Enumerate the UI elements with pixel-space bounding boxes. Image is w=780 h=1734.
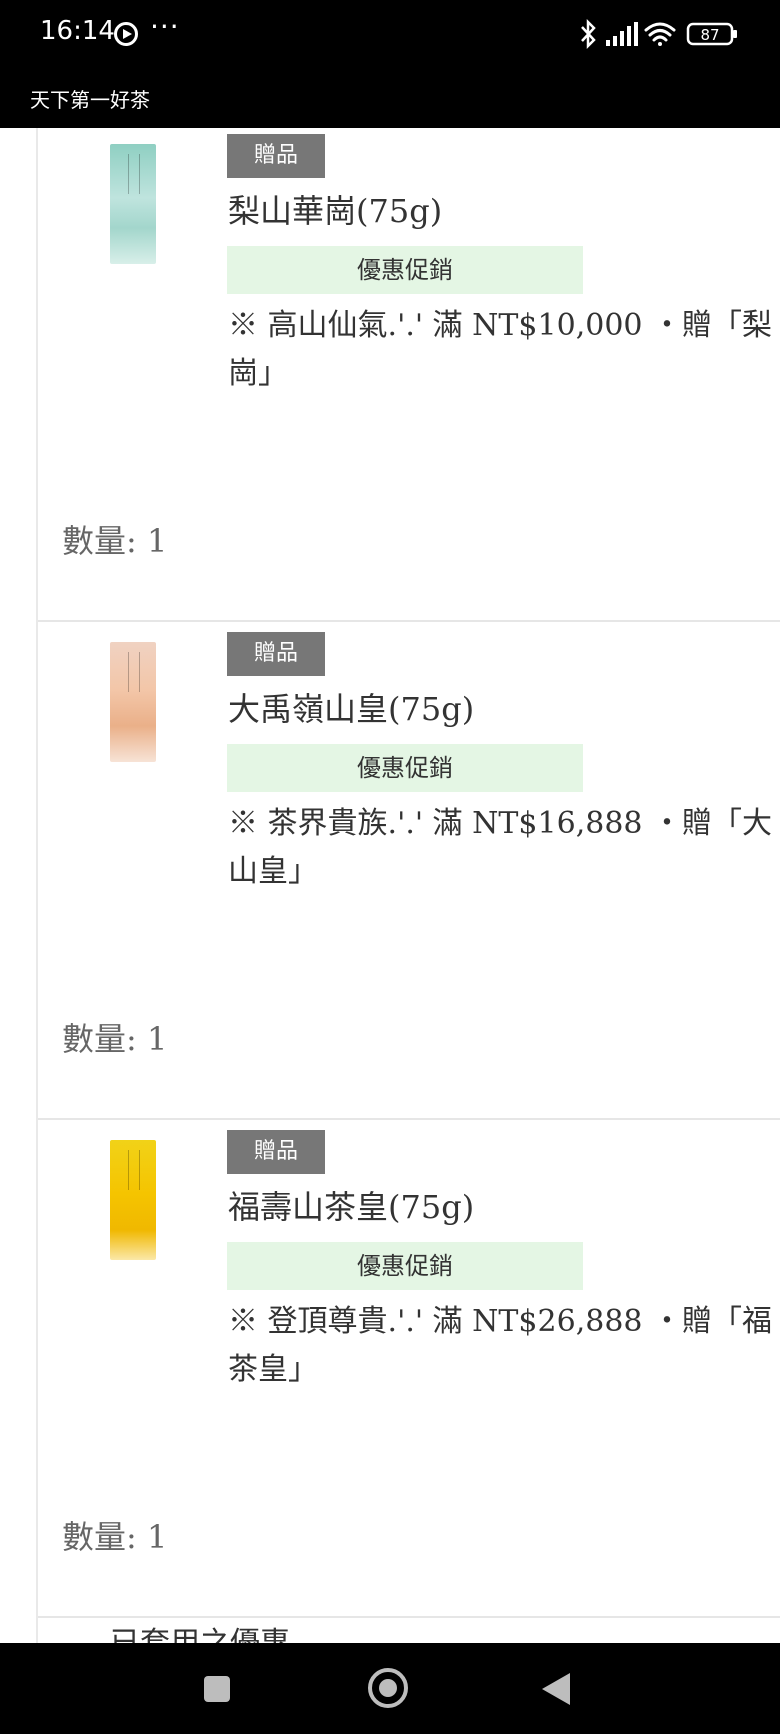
product-image[interactable] (110, 642, 156, 762)
promo-description: ※ 高山仙氣.'.' 滿 NT$10,000 ・贈「梨 崗」 (228, 302, 780, 398)
cart-content[interactable]: 贈品 梨山華崗(75g) 優惠促銷 ※ 高山仙氣.'.' 滿 NT$10,000… (0, 128, 780, 1643)
gift-badge: 贈品 (227, 1130, 325, 1174)
battery-icon: 87 (686, 22, 737, 46)
quantity-label: 數量: 1 (62, 1518, 168, 1556)
cart-item: 贈品 大禹嶺山皇(75g) 優惠促銷 ※ 茶界貴族.'.' 滿 NT$16,88… (38, 622, 780, 1120)
product-image[interactable] (110, 144, 156, 264)
product-name[interactable]: 福壽山茶皇(75g) (228, 1182, 474, 1228)
recent-apps-button[interactable] (204, 1676, 230, 1702)
back-button[interactable] (542, 1673, 570, 1705)
cart-item: 贈品 福壽山茶皇(75g) 優惠促銷 ※ 登頂尊貴.'.' 滿 NT$26,88… (38, 1120, 780, 1618)
applied-discounts-heading: 已套用之優惠 (110, 1618, 290, 1643)
product-image[interactable] (110, 1140, 156, 1260)
status-bar: 16:14 ··· 87 (0, 0, 780, 70)
status-icons: 87 (578, 18, 740, 50)
promo-description-line: ※ 登頂尊貴.'.' 滿 NT$26,888 ・贈「福 (228, 1304, 773, 1339)
media-icon (114, 22, 138, 46)
promo-description-line: 茶皇」 (228, 1352, 318, 1387)
system-nav-bar (0, 1643, 780, 1734)
quantity-label: 數量: 1 (62, 1020, 168, 1058)
signal-icon (606, 22, 638, 46)
bluetooth-icon (581, 18, 596, 50)
status-time: 16:14 (40, 16, 115, 46)
promo-description: ※ 茶界貴族.'.' 滿 NT$16,888 ・贈「大 山皇」 (228, 800, 780, 896)
app-title: 天下第一好茶 (30, 88, 150, 112)
app-title-bar: 天下第一好茶 (0, 70, 780, 128)
promo-label: 優惠促銷 (227, 744, 583, 792)
gift-badge: 贈品 (227, 632, 325, 676)
promo-description-line: ※ 茶界貴族.'.' 滿 NT$16,888 ・贈「大 (228, 806, 773, 841)
promo-label: 優惠促銷 (227, 1242, 583, 1290)
product-name[interactable]: 大禹嶺山皇(75g) (228, 684, 474, 730)
cart-item: 贈品 梨山華崗(75g) 優惠促銷 ※ 高山仙氣.'.' 滿 NT$10,000… (38, 128, 780, 622)
promo-description-line: 山皇」 (228, 854, 318, 889)
wifi-icon (644, 22, 676, 46)
product-name[interactable]: 梨山華崗(75g) (228, 186, 442, 232)
promo-description-line: 崗」 (228, 356, 288, 391)
promo-label: 優惠促銷 (227, 246, 583, 294)
battery-level: 87 (700, 26, 719, 44)
more-notifications-icon: ··· (150, 10, 180, 43)
promo-description: ※ 登頂尊貴.'.' 滿 NT$26,888 ・贈「福 茶皇」 (228, 1298, 780, 1394)
promo-description-line: ※ 高山仙氣.'.' 滿 NT$10,000 ・贈「梨 (228, 308, 773, 343)
quantity-label: 數量: 1 (62, 522, 168, 560)
home-button[interactable] (368, 1668, 408, 1708)
gift-badge: 贈品 (227, 134, 325, 178)
